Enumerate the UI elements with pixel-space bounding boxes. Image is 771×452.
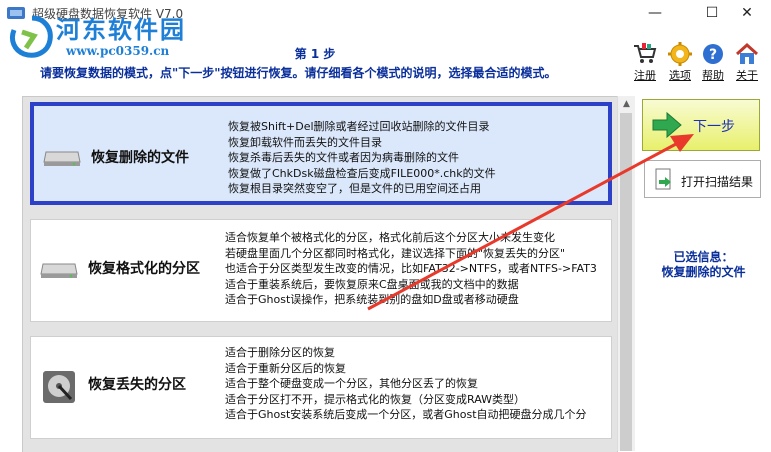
svg-text:?: ? xyxy=(709,47,717,63)
desc-line: 恢复被Shift+Del删除或者经过回收站删除的文件目录 xyxy=(228,120,490,133)
desc-line: 也适合于分区类型发生改变的情况，比如FAT32->NTFS，或者NTFS->FA… xyxy=(225,262,597,276)
help-label: 帮助 xyxy=(702,69,724,82)
mode-description: 适合恢复单个被格式化的分区，格式化前后这个分区大小未发生变化 若硬盘里面几个分区… xyxy=(225,230,597,308)
about-label: 关于 xyxy=(736,69,758,82)
desc-line: 恢复卸载软件而丢失的文件目录 xyxy=(228,135,382,149)
mode-card-recover-deleted[interactable]: 恢复删除的文件 恢复被Shift+Del删除或者经过回收站删除的文件目录 恢复卸… xyxy=(30,102,612,205)
drive-icon xyxy=(40,263,78,278)
mode-description: 恢复被Shift+Del删除或者经过回收站删除的文件目录 恢复卸载软件而丢失的文… xyxy=(228,119,496,197)
register-button[interactable]: 注册 xyxy=(628,42,662,83)
open-scan-results-button[interactable]: 打开扫描结果 xyxy=(644,160,761,198)
mode-card-recover-formatted[interactable]: 恢复格式化的分区 适合恢复单个被格式化的分区，格式化前后这个分区大小未发生变化 … xyxy=(30,219,612,322)
instruction-text: 请要恢复数据的模式，点"下一步"按钮进行恢复。请仔细看各个模式的说明，选择最合适… xyxy=(40,66,557,80)
step-title: 第 1 步 xyxy=(294,47,336,61)
scroll-thumb[interactable] xyxy=(620,113,632,451)
selected-info-label: 已选信息： xyxy=(673,250,734,264)
list-scrollbar[interactable]: ▲ xyxy=(617,96,635,451)
mode-list: 恢复删除的文件 恢复被Shift+Del删除或者经过回收站删除的文件目录 恢复卸… xyxy=(22,96,618,452)
desc-line: 恢复做了ChkDsk磁盘检查后变成FILE000*.chk的文件 xyxy=(228,166,496,180)
mode-title: 恢复删除的文件 xyxy=(91,150,189,166)
desc-line: 适合于分区打不开，提示格式化的恢复（分区变成RAW类型） xyxy=(225,392,525,406)
mode-title: 恢复格式化的分区 xyxy=(88,261,200,277)
minimize-button[interactable]: — xyxy=(632,0,678,26)
desc-line: 适合于整个硬盘变成一个分区，其他分区丢了的恢复 xyxy=(225,377,478,391)
next-step-button[interactable]: 下一步 xyxy=(642,99,760,151)
harddisk-icon xyxy=(43,371,75,403)
options-label: 选项 xyxy=(669,69,691,82)
desc-line: 适合恢复单个被格式化的分区，格式化前后这个分区大小未发生变化 xyxy=(225,231,555,244)
house-icon xyxy=(735,42,759,64)
desc-line: 恢复根目录突然变空了，但是文件的已用空间还占用 xyxy=(228,182,481,196)
arrow-right-icon xyxy=(652,111,682,139)
help-icon: ? xyxy=(703,44,723,64)
watermark-name: 河东软件园 xyxy=(56,15,186,44)
next-step-label: 下一步 xyxy=(693,119,735,135)
gear-icon xyxy=(668,42,692,66)
document-arrow-icon xyxy=(655,168,671,190)
register-label: 注册 xyxy=(634,69,656,82)
drive-icon xyxy=(43,151,81,166)
desc-line: 适合于Ghost误操作，把系统装到别的盘如D盘或者移动硬盘 xyxy=(225,293,519,307)
close-button[interactable]: ✕ xyxy=(724,0,770,26)
desc-line: 适合于重装系统后，要恢复原来C盘桌面或我的文档中的数据 xyxy=(225,277,519,291)
about-button[interactable]: 关于 xyxy=(730,42,764,83)
desc-line: 适合于删除分区的恢复 xyxy=(225,346,335,359)
desc-line: 适合于重新分区后的恢复 xyxy=(225,361,346,375)
options-button[interactable]: 选项 xyxy=(663,42,697,83)
mode-title: 恢复丢失的分区 xyxy=(88,377,186,393)
cart-icon xyxy=(634,43,657,63)
desc-line: 恢复杀毒后丢失的文件或者因为病毒删除的文件 xyxy=(228,151,459,165)
help-button[interactable]: ? 帮助 xyxy=(696,42,730,83)
selected-info: 已选信息： 恢复删除的文件 xyxy=(636,250,771,280)
mode-card-recover-lost-partition[interactable]: 恢复丢失的分区 适合于删除分区的恢复 适合于重新分区后的恢复 适合于整个硬盘变成… xyxy=(30,336,612,439)
desc-line: 适合于Ghost安装系统后变成一个分区，或者Ghost自动把硬盘分成几个分 xyxy=(225,408,587,422)
mode-description: 适合于删除分区的恢复 适合于重新分区后的恢复 适合于整个硬盘变成一个分区，其他分… xyxy=(225,345,587,423)
selected-info-value: 恢复删除的文件 xyxy=(661,265,746,279)
open-scan-results-label: 打开扫描结果 xyxy=(681,175,754,189)
scroll-up-icon[interactable]: ▲ xyxy=(618,96,635,113)
desc-line: 若硬盘里面几个分区都同时格式化，建议选择下面的"恢复丢失的分区" xyxy=(225,246,566,260)
